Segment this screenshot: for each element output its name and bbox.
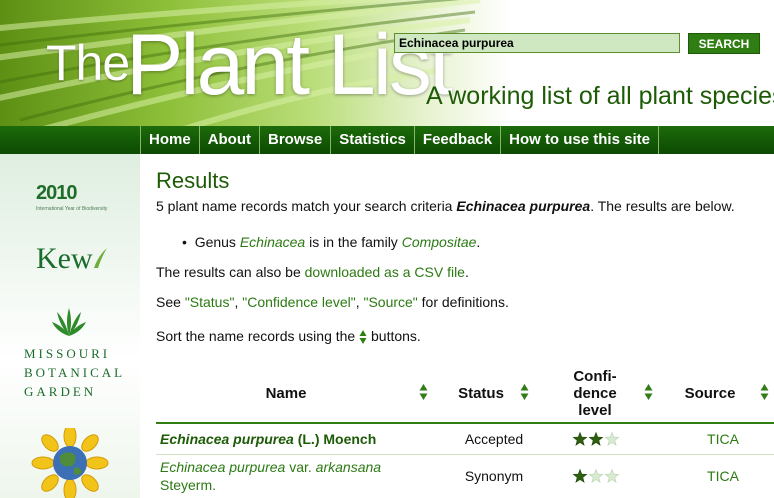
mbg-leaf-icon bbox=[52, 308, 86, 336]
source-definition-link[interactable]: "Source" bbox=[363, 294, 417, 310]
taxon-infraspecific: arkansana bbox=[315, 459, 382, 475]
csv-prefix: The results can also be bbox=[156, 264, 305, 280]
sort-name-icon[interactable] bbox=[419, 383, 428, 401]
site-tagline: A working list of all plant species bbox=[426, 82, 774, 110]
csv-download-note: The results can also be downloaded as a … bbox=[156, 264, 469, 281]
confidence-stars-icon bbox=[572, 469, 620, 483]
taxon-name: Echinacea purpurea bbox=[160, 459, 286, 475]
missouri-botanical-garden-logo[interactable]: Missouri Botanical Garden bbox=[24, 344, 125, 401]
nav-feedback[interactable]: Feedback bbox=[413, 126, 500, 154]
sort-status-icon[interactable] bbox=[520, 383, 529, 401]
site-header: The Plant List A working list of all pla… bbox=[0, 0, 774, 126]
mbg-line-1: Missouri bbox=[24, 346, 111, 361]
star-filled-icon bbox=[572, 469, 588, 483]
definitions-note: See "Status", "Confidence level", "Sourc… bbox=[156, 294, 509, 311]
genus-end: . bbox=[476, 234, 481, 250]
column-header-source: Source bbox=[684, 384, 736, 402]
column-header-name: Name bbox=[265, 384, 307, 402]
taxon-author: (L.) Moench bbox=[293, 431, 377, 447]
sunflower-globe-icon[interactable] bbox=[30, 428, 110, 498]
star-filled-icon bbox=[588, 432, 604, 446]
main-navigation-bar: Home About Browse Statistics Feedback Ho… bbox=[0, 126, 774, 154]
mbg-line-2: Botanical bbox=[24, 365, 126, 380]
nav-how-to-use[interactable]: How to use this site bbox=[500, 126, 659, 154]
source-link[interactable]: TICA bbox=[707, 468, 739, 484]
nav-browse[interactable]: Browse bbox=[259, 126, 330, 154]
biodiversity-2010-logo[interactable]: 2010 International Year of Biodiversity bbox=[36, 182, 107, 212]
csv-download-link[interactable]: downloaded as a CSV file bbox=[305, 264, 465, 280]
taxon-name: Echinacea purpurea bbox=[160, 431, 294, 447]
sort-prefix: Sort the name records using the bbox=[156, 328, 360, 344]
confidence-cell bbox=[556, 455, 636, 497]
kew-logo[interactable]: Kew bbox=[36, 242, 93, 276]
summary-query: Echinacea purpurea bbox=[456, 198, 591, 214]
taxon-rank: var. bbox=[285, 459, 316, 475]
source-cell: TICA bbox=[666, 455, 774, 497]
defs-prefix: See bbox=[156, 294, 185, 310]
star-filled-icon bbox=[572, 432, 588, 446]
sort-suffix: buttons. bbox=[367, 328, 421, 344]
kew-leaf-icon bbox=[94, 248, 107, 268]
sort-instructions: Sort the name records using the buttons. bbox=[156, 328, 421, 345]
results-table: Name Status Confi- dence level Source Ec… bbox=[156, 364, 774, 493]
page-title: Results bbox=[156, 168, 230, 193]
mbg-line-3: Garden bbox=[24, 384, 97, 399]
status-cell: Accepted bbox=[464, 431, 524, 447]
column-header-confidence: Confi- dence level bbox=[556, 364, 634, 422]
sort-confidence-icon[interactable] bbox=[644, 383, 653, 401]
source-cell: TICA bbox=[666, 424, 774, 454]
star-empty-icon bbox=[604, 469, 620, 483]
sort-source-icon[interactable] bbox=[760, 383, 769, 401]
synonym-name-link[interactable]: Echinacea purpurea var. arkansana Steyerm… bbox=[160, 458, 381, 494]
sort-arrows-icon bbox=[359, 330, 367, 345]
partner-logos-sidebar: 2010 International Year of Biodiversity … bbox=[0, 154, 140, 498]
status-definition-link[interactable]: "Status" bbox=[185, 294, 235, 310]
summary-suffix: . The results are below. bbox=[590, 198, 735, 214]
table-header-row: Name Status Confi- dence level Source bbox=[156, 364, 774, 422]
nav-statistics[interactable]: Statistics bbox=[330, 126, 414, 154]
summary-prefix: 5 plant name records match your search c… bbox=[156, 198, 457, 214]
genus-prefix: Genus bbox=[194, 234, 240, 250]
csv-end: . bbox=[464, 264, 469, 280]
star-empty-icon bbox=[604, 432, 620, 446]
results-summary: 5 plant name records match your search c… bbox=[156, 198, 772, 215]
name-cell: Echinacea purpurea (L.) Moench bbox=[160, 424, 436, 454]
confidence-cell bbox=[556, 424, 636, 454]
source-link[interactable]: TICA bbox=[707, 431, 739, 447]
accepted-name-link[interactable]: Echinacea purpurea (L.) Moench bbox=[160, 431, 376, 447]
table-row: Echinacea purpurea (L.) Moench Accepted … bbox=[156, 424, 774, 454]
genus-middle: is in the family bbox=[305, 234, 402, 250]
nav-about[interactable]: About bbox=[198, 126, 259, 154]
confidence-header-line-2: dence bbox=[573, 384, 617, 402]
name-cell: Echinacea purpurea var. arkansana Steyerm… bbox=[160, 455, 436, 497]
defs-suffix: for definitions. bbox=[417, 294, 509, 310]
biodiversity-2010-subtext: International Year of Biodiversity bbox=[36, 206, 108, 212]
table-row: Echinacea purpurea var. arkansana Steyerm… bbox=[156, 455, 774, 497]
nav-home[interactable]: Home bbox=[140, 126, 199, 154]
search-input[interactable] bbox=[394, 33, 680, 53]
confidence-header-line-3: level bbox=[578, 401, 612, 419]
bullet: • bbox=[182, 234, 195, 250]
search-button[interactable]: SEARCH bbox=[688, 33, 760, 54]
logo-the: The bbox=[46, 35, 130, 91]
column-header-status: Status bbox=[458, 384, 504, 402]
star-empty-icon bbox=[588, 469, 604, 483]
taxon-author: Steyerm. bbox=[160, 477, 217, 493]
confidence-definition-link[interactable]: "Confidence level" bbox=[242, 294, 355, 310]
confidence-stars-icon bbox=[572, 432, 620, 446]
confidence-header-line-1: Confi- bbox=[573, 367, 617, 385]
family-link[interactable]: Compositae bbox=[402, 234, 477, 250]
genus-family-note: • Genus Echinacea is in the family Compo… bbox=[182, 234, 480, 251]
biodiversity-2010-text: 2010 bbox=[36, 182, 77, 204]
genus-link[interactable]: Echinacea bbox=[240, 234, 305, 250]
status-cell: Synonym bbox=[464, 468, 524, 484]
main-navigation: Home About Browse Statistics Feedback Ho… bbox=[140, 126, 659, 154]
